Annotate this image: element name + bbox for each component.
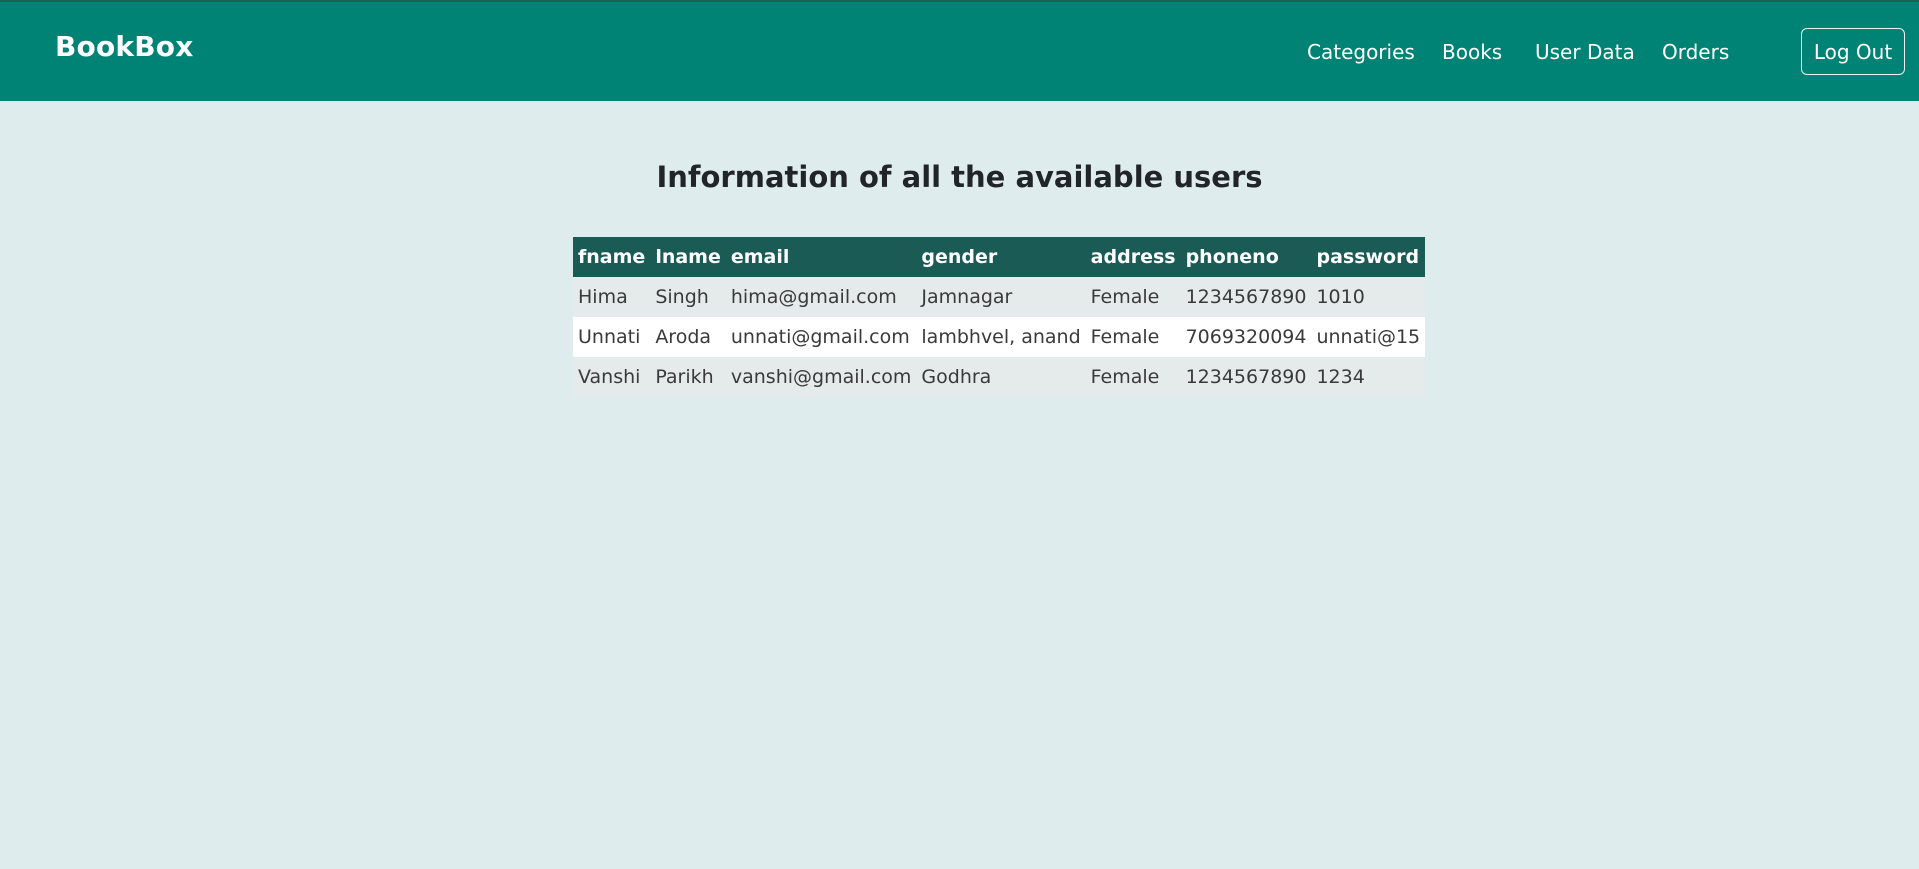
table-row: Hima Singh hima@gmail.com Jamnagar Femal… (573, 277, 1426, 317)
table-cell: vanshi@gmail.com (725, 357, 917, 397)
table-cell: Singh (650, 277, 726, 317)
column-header-gender: gender (916, 237, 1086, 277)
table-cell: Unnati (573, 317, 651, 357)
table-cell: 1234 (1311, 357, 1426, 397)
nav-link-books[interactable]: Books (1442, 40, 1502, 64)
table-cell: unnati@gmail.com (725, 317, 917, 357)
table-cell: unnati@15 (1311, 317, 1426, 357)
table-cell: Godhra (916, 357, 1086, 397)
column-header-fname: fname (573, 237, 651, 277)
table-cell: Vanshi (573, 357, 651, 397)
column-header-lname: lname (650, 237, 726, 277)
table-cell: Jamnagar (916, 277, 1086, 317)
logout-button[interactable]: Log Out (1801, 28, 1905, 75)
table-cell: Hima (573, 277, 651, 317)
nav-link-categories[interactable]: Categories (1307, 40, 1415, 64)
table-row: Vanshi Parikh vanshi@gmail.com Godhra Fe… (573, 357, 1426, 397)
table-header-row: fname lname email gender address phoneno… (573, 237, 1426, 277)
table-body: Hima Singh hima@gmail.com Jamnagar Femal… (573, 277, 1426, 397)
table-header: fname lname email gender address phoneno… (573, 237, 1426, 277)
table-cell: 1010 (1311, 277, 1426, 317)
brand-logo[interactable]: BookBox (55, 30, 193, 63)
table-cell: Female (1085, 357, 1181, 397)
column-header-phoneno: phoneno (1180, 237, 1312, 277)
table-cell: 1234567890 (1180, 357, 1312, 397)
users-table: fname lname email gender address phoneno… (573, 237, 1426, 397)
table-cell: Parikh (650, 357, 726, 397)
column-header-address: address (1085, 237, 1181, 277)
nav-link-orders[interactable]: Orders (1662, 40, 1729, 64)
table-cell: 7069320094 (1180, 317, 1312, 357)
table-cell: Female (1085, 317, 1181, 357)
table-cell: lambhvel, anand (916, 317, 1086, 357)
navbar: BookBox Categories Books User Data Order… (0, 0, 1919, 101)
column-header-email: email (725, 237, 917, 277)
table-cell: Female (1085, 277, 1181, 317)
table-cell: hima@gmail.com (725, 277, 917, 317)
page-title: Information of all the available users (656, 160, 1263, 194)
nav-link-user-data[interactable]: User Data (1535, 40, 1635, 64)
table-row: Unnati Aroda unnati@gmail.com lambhvel, … (573, 317, 1426, 357)
table-cell: Aroda (650, 317, 726, 357)
column-header-password: password (1311, 237, 1426, 277)
table-cell: 1234567890 (1180, 277, 1312, 317)
